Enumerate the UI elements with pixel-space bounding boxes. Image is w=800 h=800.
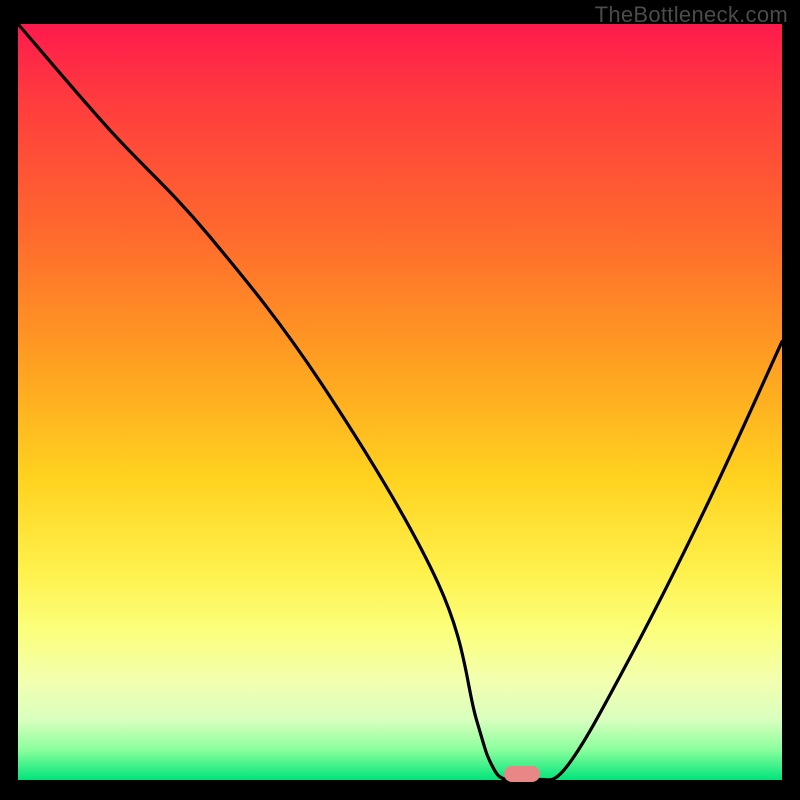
curve-layer	[18, 24, 782, 780]
chart-frame: TheBottleneck.com	[0, 0, 800, 800]
plot-area	[18, 24, 782, 780]
series-curve	[18, 24, 782, 782]
optimum-marker	[504, 766, 540, 782]
